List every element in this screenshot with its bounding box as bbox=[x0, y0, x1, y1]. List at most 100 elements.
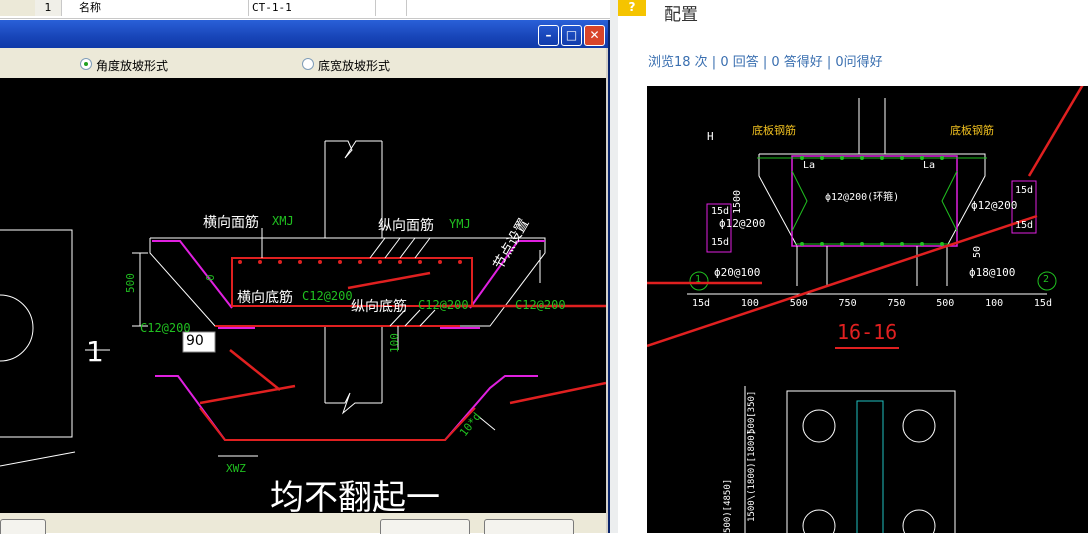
cad-right-15d-bot: 15d bbox=[1015, 220, 1034, 231]
lower-bar-red bbox=[199, 407, 476, 441]
code-longitudinal-bottom: C12@200 bbox=[418, 298, 469, 312]
cad-left-bar: ϕ12@200 bbox=[719, 217, 766, 230]
leader-long-top-3 bbox=[399, 237, 416, 259]
dim-500-label: 500 bbox=[124, 273, 137, 293]
cad-dim-3: 750 bbox=[838, 298, 857, 309]
window-divider bbox=[610, 0, 618, 533]
cad-hoop-label: ϕ12@200(环箍) bbox=[825, 192, 900, 203]
cad-pile-plan-4 bbox=[902, 509, 936, 533]
code-left: C12@200 bbox=[140, 321, 191, 335]
width-slope-radio[interactable] bbox=[302, 58, 314, 70]
cad-dim-4: 750 bbox=[887, 298, 906, 309]
node-setting-dialog: – □ ✕ 角度放坡形式 底宽放坡形式 横向面筋 XMJ 纵向面筋 YMJ 节点… bbox=[0, 20, 610, 534]
dim-100-label: 100 bbox=[388, 333, 401, 353]
bottom-button-right[interactable] bbox=[484, 519, 574, 534]
cad-plan-column bbox=[856, 400, 884, 533]
maximize-button[interactable]: □ bbox=[561, 25, 582, 46]
cad-section-drawing bbox=[647, 86, 1084, 533]
pile-circle bbox=[0, 294, 34, 362]
cut-line bbox=[0, 451, 76, 467]
lower-bar-mag bbox=[155, 375, 538, 441]
property-table-strip: 1 名称 CT-1-1 bbox=[0, 0, 610, 19]
row-header bbox=[0, 0, 36, 16]
bottom-button-middle[interactable] bbox=[380, 519, 470, 534]
cad-dim-1: 100 bbox=[740, 298, 759, 309]
pedestal-break bbox=[325, 392, 382, 415]
section-title: 配置 bbox=[664, 5, 698, 25]
minimize-button[interactable]: – bbox=[538, 25, 559, 46]
dialog-button-bar bbox=[0, 513, 606, 534]
leader-long-bot-3 bbox=[419, 309, 436, 327]
bottom-button-left[interactable] bbox=[0, 519, 46, 534]
cad-dim-6: 100 bbox=[985, 298, 1004, 309]
cad-dim-50: 50 bbox=[972, 245, 983, 258]
label-longitudinal-bottom: 纵向底筋 bbox=[351, 299, 407, 315]
cad-right-15d-top: 15d bbox=[1015, 185, 1034, 196]
property-value-cell[interactable]: CT-1-1 bbox=[249, 0, 376, 16]
rebar-dots bbox=[238, 260, 462, 264]
drawing-canvas[interactable]: 横向面筋 XMJ 纵向面筋 YMJ 节点设置 横向底筋 C12@200 纵向底筋… bbox=[0, 78, 606, 513]
plan-outline bbox=[0, 229, 73, 438]
cap-outline bbox=[149, 237, 546, 327]
cad-h-mark: H bbox=[707, 130, 714, 143]
annot-arrow-3 bbox=[199, 384, 296, 405]
cad-dim-2: 500 bbox=[789, 298, 808, 309]
code-right: C12@200 bbox=[515, 298, 566, 312]
annot-arrow-2 bbox=[229, 349, 281, 391]
section-number: 1 bbox=[86, 335, 104, 368]
cad-dim-0: 15d bbox=[692, 298, 711, 309]
column-break-top bbox=[325, 140, 382, 159]
caption-text: 均不翻起一 bbox=[270, 478, 440, 513]
dialog-titlebar[interactable]: – □ ✕ bbox=[0, 20, 608, 48]
dim-0-label: 0 bbox=[204, 274, 217, 281]
cad-section-image[interactable]: 底板钢筋 底板钢筋 H La La 1500 ϕ12@200(环箍) 15d 1… bbox=[647, 86, 1088, 533]
question-icon: ? bbox=[618, 0, 646, 16]
cad-dim-500-350: 500[350] bbox=[747, 390, 757, 434]
cad-dim-5: 500 bbox=[936, 298, 955, 309]
cad-axis-2: 2 bbox=[1043, 274, 1050, 285]
view-stats[interactable]: 浏览18 次 | 0 回答 | 0 答得好 | 0问得好 bbox=[648, 51, 883, 70]
slope-options-bar: 角度放坡形式 底宽放坡形式 bbox=[0, 48, 606, 78]
cad-pile-plan-3 bbox=[802, 509, 836, 533]
xwz-label: XWZ bbox=[226, 462, 246, 475]
cad-pile-plan-2 bbox=[902, 409, 936, 443]
cad-section-label: 16-16 bbox=[837, 320, 898, 344]
cad-la-right: La bbox=[923, 160, 936, 171]
maximize-icon: □ bbox=[565, 28, 578, 42]
minimize-icon: – bbox=[545, 28, 552, 42]
label-transverse-bottom: 横向底筋 bbox=[237, 290, 293, 306]
cad-bottom-dims: 15d 100 500 750 750 500 100 15d bbox=[692, 298, 1052, 309]
cad-left-bent bbox=[791, 170, 808, 232]
left-slope-bar bbox=[152, 240, 233, 309]
angle-slope-label: 角度放坡形式 bbox=[96, 59, 169, 73]
row-number: 1 bbox=[35, 0, 62, 16]
cad-pile-plan-1 bbox=[802, 409, 836, 443]
cad-dim-1500-1800: 1500\(1800)[1800] bbox=[747, 429, 757, 522]
cad-dim-7: 15d bbox=[1033, 298, 1052, 309]
angle-input-value[interactable]: 90 bbox=[186, 333, 204, 349]
cad-left-15d-top: 15d bbox=[711, 206, 730, 217]
annot-arrow-to-right-2 bbox=[509, 381, 606, 405]
angle-slope-radio[interactable] bbox=[80, 58, 92, 70]
cad-right-bent bbox=[941, 170, 958, 232]
property-name-cell[interactable]: 名称 bbox=[61, 0, 249, 16]
cad-bar-18: ϕ18@100 bbox=[969, 266, 1016, 279]
cad-bottom-rebar-right: 底板钢筋 bbox=[950, 124, 994, 137]
leader-long-bot-2 bbox=[404, 309, 421, 327]
leader-long-top-1 bbox=[369, 237, 386, 259]
cad-bottom-rebar-left: 底板钢筋 bbox=[752, 124, 796, 137]
leader-long-top-2 bbox=[384, 237, 401, 259]
close-button[interactable]: ✕ bbox=[584, 25, 605, 46]
cad-bar-20: ϕ20@100 bbox=[714, 266, 761, 279]
cad-dim-4850: 500)[4850] bbox=[723, 478, 733, 533]
cad-annot-arrow-1 bbox=[1027, 86, 1084, 177]
cad-right-bar: ϕ12@200 bbox=[971, 199, 1018, 212]
code-transverse-bottom: C12@200 bbox=[302, 289, 353, 303]
close-icon: ✕ bbox=[589, 28, 600, 42]
width-slope-label: 底宽放坡形式 bbox=[318, 59, 391, 73]
property-extra-cell bbox=[376, 0, 407, 16]
annot-arrow-1 bbox=[347, 271, 431, 290]
cad-left-15d-mid: 15d bbox=[711, 237, 730, 248]
cad-dim-1500: 1500 bbox=[732, 189, 743, 214]
leader-long-top-4 bbox=[414, 237, 431, 259]
